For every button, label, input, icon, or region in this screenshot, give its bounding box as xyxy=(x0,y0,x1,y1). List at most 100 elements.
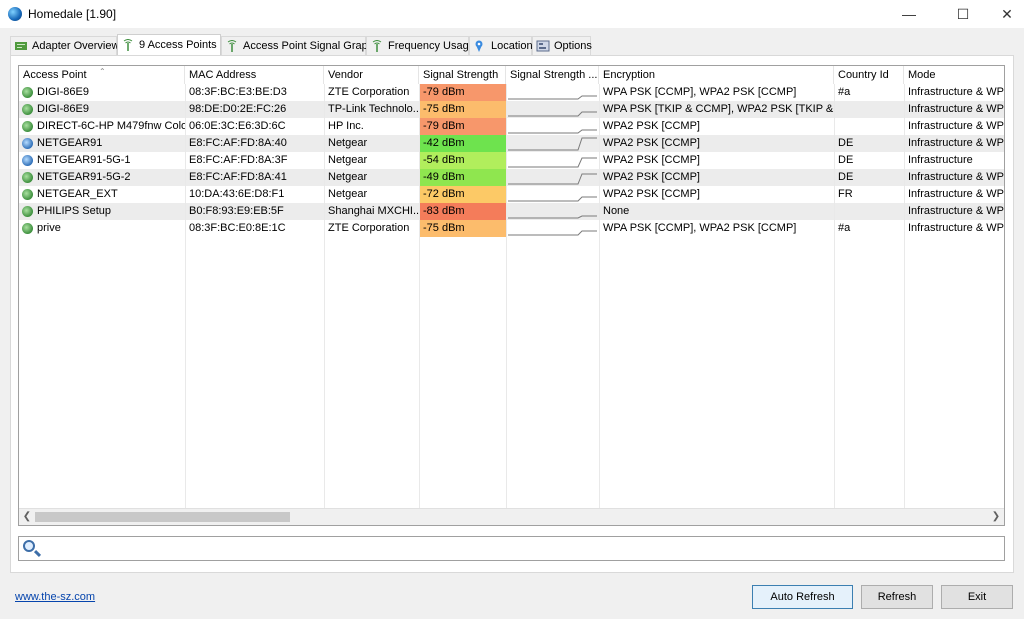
tab-label: Location xyxy=(491,40,533,52)
signal-sparkline xyxy=(506,203,599,220)
access-point-icon xyxy=(22,155,33,166)
antenna-icon xyxy=(225,40,239,52)
column-divider xyxy=(506,84,507,511)
encryption-cell: WPA PSK [CCMP], WPA2 PSK [CCMP] xyxy=(603,222,797,234)
access-point-icon xyxy=(22,223,33,234)
search-input[interactable] xyxy=(45,539,999,560)
table-row[interactable]: PHILIPS Setup B0:F8:93:E9:EB:5F Shanghai M… xyxy=(19,203,1004,220)
tab-frequency-usage[interactable]: Frequency Usage xyxy=(366,36,475,55)
access-point-list[interactable]: Access Point ⌃ MAC Address Vendor Signal … xyxy=(18,65,1005,526)
antenna-icon xyxy=(370,40,384,52)
column-divider xyxy=(904,84,905,511)
scrollbar-thumb[interactable] xyxy=(35,512,290,522)
antenna-icon xyxy=(121,39,135,51)
vendor-cell: Netgear xyxy=(328,171,368,183)
title-bar: Homedale [1.90] — ☐ ✕ xyxy=(0,0,1024,28)
signal-sparkline xyxy=(506,84,599,101)
refresh-button[interactable]: Refresh xyxy=(861,585,933,609)
column-header-signal-graph[interactable]: Signal Strength ... xyxy=(506,66,599,84)
signal-strength-cell: -79 dBm xyxy=(419,118,506,135)
map-pin-icon xyxy=(473,40,487,52)
mac-cell: E8:FC:AF:FD:8A:41 xyxy=(189,171,287,183)
vendor-cell: ZTE Corporation xyxy=(328,222,410,234)
table-row[interactable]: NETGEAR91 E8:FC:AF:FD:8A:40 Netgear -42 dBm… xyxy=(19,135,1004,152)
search-box[interactable] xyxy=(18,536,1005,561)
access-point-icon xyxy=(22,138,33,149)
vendor-cell: Netgear xyxy=(328,188,368,200)
column-header-mac[interactable]: MAC Address xyxy=(185,66,324,84)
mac-cell: 10:DA:43:6E:D8:F1 xyxy=(189,188,285,200)
tab-adapter-overview[interactable]: Adapter Overview xyxy=(10,36,120,55)
column-divider xyxy=(599,84,600,511)
vendor-cell: Netgear xyxy=(328,137,368,149)
column-header-encryption[interactable]: Encryption xyxy=(599,66,834,84)
access-point-name: NETGEAR_EXT xyxy=(19,186,185,203)
mac-cell: 08:3F:BC:E0:8E:1C xyxy=(189,222,286,234)
mac-cell: E8:FC:AF:FD:8A:3F xyxy=(189,154,288,166)
mac-cell: E8:FC:AF:FD:8A:40 xyxy=(189,137,287,149)
mac-cell: 98:DE:D0:2E:FC:26 xyxy=(189,103,287,115)
access-point-name: DIGI-86E9 xyxy=(19,101,185,118)
options-icon xyxy=(536,40,550,52)
access-point-name: NETGEAR91-5G-1 xyxy=(19,152,185,169)
signal-strength-cell: -72 dBm xyxy=(419,186,506,203)
country-cell: #a xyxy=(838,86,851,98)
country-cell: DE xyxy=(838,137,854,149)
column-header-signal-strength[interactable]: Signal Strength xyxy=(419,66,506,84)
horizontal-scrollbar[interactable]: ❮ ❯ xyxy=(19,508,1004,525)
table-row[interactable]: DIGI-86E9 08:3F:BC:E3:BE:D3 ZTE Corporatio… xyxy=(19,84,1004,101)
scroll-left-icon[interactable]: ❮ xyxy=(19,509,35,525)
tab-access-points[interactable]: 9 Access Points xyxy=(117,34,221,55)
access-point-icon xyxy=(22,121,33,132)
globe-icon xyxy=(8,7,22,21)
column-divider xyxy=(324,84,325,511)
tab-options[interactable]: Options xyxy=(532,36,592,55)
table-row[interactable]: DIGI-86E9 98:DE:D0:2E:FC:26 TP-Link Techno… xyxy=(19,101,1004,118)
tab-location[interactable]: Location xyxy=(469,36,533,55)
vendor-cell: Netgear xyxy=(328,154,368,166)
signal-strength-cell: -83 dBm xyxy=(419,203,506,220)
mode-cell: Infrastructure & WPS xyxy=(908,205,1005,217)
mac-cell: 06:0E:3C:E6:3D:6C xyxy=(189,120,286,132)
table-row[interactable]: NETGEAR91-5G-1 E8:FC:AF:FD:8A:3F Netgear -5… xyxy=(19,152,1004,169)
encryption-cell: WPA2 PSK [CCMP] xyxy=(603,137,700,149)
signal-strength-cell: -49 dBm xyxy=(419,169,506,186)
column-divider xyxy=(185,84,186,511)
auto-refresh-button[interactable]: Auto Refresh xyxy=(752,585,853,609)
adapter-icon xyxy=(14,40,28,52)
mode-cell: Infrastructure & WPS xyxy=(908,120,1005,132)
table-row[interactable]: prive 08:3F:BC:E0:8E:1C ZTE Corporation -75… xyxy=(19,220,1004,237)
column-header-country[interactable]: Country Id xyxy=(834,66,904,84)
signal-strength-cell: -75 dBm xyxy=(419,101,506,118)
vendor-cell: Shanghai MXCHI... xyxy=(328,205,419,217)
table-row[interactable]: NETGEAR91-5G-2 E8:FC:AF:FD:8A:41 Netgear -4… xyxy=(19,169,1004,186)
access-point-icon xyxy=(22,87,33,98)
country-cell xyxy=(834,101,904,118)
close-button[interactable]: ✕ xyxy=(984,0,1024,28)
country-cell: #a xyxy=(838,222,851,234)
access-point-name: DIRECT-6C-HP M479fnw Colo... xyxy=(19,118,185,135)
table-row[interactable]: NETGEAR_EXT 10:DA:43:6E:D8:F1 Netgear -72 d… xyxy=(19,186,1004,203)
website-link[interactable]: www.the-sz.com xyxy=(15,591,95,603)
signal-sparkline xyxy=(506,169,599,186)
mode-cell: Infrastructure & WPS xyxy=(908,86,1005,98)
tab-label: 9 Access Points xyxy=(139,39,217,51)
signal-strength-cell: -75 dBm xyxy=(419,220,506,237)
column-header-access-point[interactable]: Access Point ⌃ xyxy=(19,66,185,84)
signal-sparkline xyxy=(506,118,599,135)
tab-signal-graph[interactable]: Access Point Signal Graph xyxy=(221,36,374,55)
table-row[interactable]: DIRECT-6C-HP M479fnw Colo... 06:0E:3C:E6:… xyxy=(19,118,1004,135)
exit-button[interactable]: Exit xyxy=(941,585,1013,609)
access-point-icon xyxy=(22,189,33,200)
minimize-button[interactable]: — xyxy=(886,0,932,28)
column-header-row: Access Point ⌃ MAC Address Vendor Signal … xyxy=(19,66,1004,84)
column-header-vendor[interactable]: Vendor xyxy=(324,66,419,84)
scroll-right-icon[interactable]: ❯ xyxy=(988,509,1004,525)
mac-cell: B0:F8:93:E9:EB:5F xyxy=(189,205,284,217)
access-point-name: NETGEAR91-5G-2 xyxy=(19,169,185,186)
mode-cell: Infrastructure & WPS xyxy=(908,137,1005,149)
maximize-button[interactable]: ☐ xyxy=(940,0,986,28)
tab-label: Adapter Overview xyxy=(32,40,120,52)
column-header-mode[interactable]: Mode xyxy=(904,66,1004,84)
vendor-cell: TP-Link Technolo... xyxy=(328,103,419,115)
